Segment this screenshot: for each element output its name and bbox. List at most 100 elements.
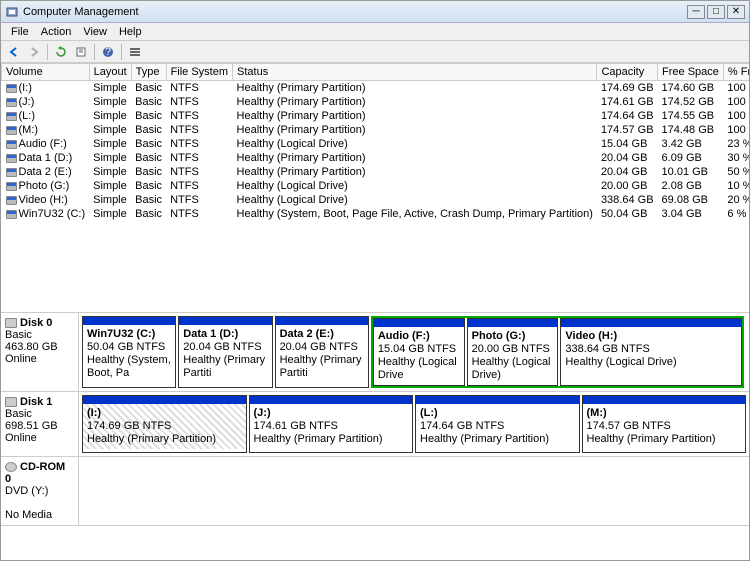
disk-icon: [5, 318, 17, 328]
part-name: (L:): [420, 407, 575, 420]
volume-row[interactable]: Data 1 (D:)SimpleBasicNTFSHealthy (Prima…: [2, 151, 750, 165]
disk-1-label[interactable]: Disk 1 Basic 698.51 GB Online: [1, 392, 79, 456]
part-size: 20.04 GB NTFS: [280, 341, 364, 354]
part-name: Photo (G:): [472, 330, 554, 343]
partition-header: [561, 319, 741, 327]
app-icon: [5, 5, 19, 19]
part-size: 20.00 GB NTFS: [472, 343, 554, 356]
partition-c[interactable]: Win7U32 (C:)50.04 GB NTFSHealthy (System…: [82, 316, 176, 388]
partition-f[interactable]: Audio (F:)15.04 GB NTFSHealthy (Logical …: [373, 318, 465, 386]
volume-icon: [6, 168, 17, 177]
volume-row[interactable]: Data 2 (E:)SimpleBasicNTFSHealthy (Prima…: [2, 165, 750, 179]
disk-row-1: Disk 1 Basic 698.51 GB Online (I:)174.69…: [1, 392, 749, 457]
back-button[interactable]: [5, 43, 23, 61]
column-header-row: Volume Layout Type File System Status Ca…: [2, 64, 750, 81]
partition-i[interactable]: (I:)174.69 GB NTFSHealthy (Primary Parti…: [82, 395, 247, 453]
disk-icon: [5, 397, 17, 407]
volume-row[interactable]: (L:)SimpleBasicNTFSHealthy (Primary Part…: [2, 109, 750, 123]
volume-row[interactable]: Audio (F:)SimpleBasicNTFSHealthy (Logica…: [2, 137, 750, 151]
volume-row[interactable]: Video (H:)SimpleBasicNTFSHealthy (Logica…: [2, 193, 750, 207]
menu-help[interactable]: Help: [113, 26, 148, 38]
cdrom-status: No Media: [5, 509, 74, 521]
disk-status: Online: [5, 432, 74, 444]
refresh-button[interactable]: [52, 43, 70, 61]
cdrom-type: DVD (Y:): [5, 485, 74, 497]
part-health: Healthy (Logical Drive): [565, 356, 737, 369]
minimize-button[interactable]: ─: [687, 5, 705, 19]
part-health: Healthy (Primary Partiti: [183, 354, 267, 380]
volume-icon: [6, 196, 17, 205]
disk-row-0: Disk 0 Basic 463.80 GB Online Win7U32 (C…: [1, 313, 749, 392]
part-name: Audio (F:): [378, 330, 460, 343]
part-health: Healthy (Primary Partition): [87, 433, 242, 446]
part-health: Healthy (Primary Partition): [587, 433, 742, 446]
disk-graphic-pane: Disk 0 Basic 463.80 GB Online Win7U32 (C…: [1, 313, 749, 560]
volume-icon: [6, 182, 17, 191]
menu-view[interactable]: View: [77, 26, 113, 38]
menu-action[interactable]: Action: [35, 26, 78, 38]
disk-0-label[interactable]: Disk 0 Basic 463.80 GB Online: [1, 313, 79, 391]
partition-h[interactable]: Video (H:)338.64 GB NTFSHealthy (Logical…: [560, 318, 742, 386]
partition-header: [179, 317, 271, 325]
cdrom-icon: [5, 462, 17, 472]
volume-icon: [6, 112, 17, 121]
disk-status: Online: [5, 353, 74, 365]
extended-partition-group: Audio (F:)15.04 GB NTFSHealthy (Logical …: [371, 316, 744, 388]
part-size: 174.61 GB NTFS: [254, 420, 409, 433]
partition-header: [374, 319, 464, 327]
disk-type: Basic: [5, 329, 74, 341]
partition-header: [583, 396, 746, 404]
properties-button[interactable]: [72, 43, 90, 61]
part-health: Healthy (Logical Drive: [378, 356, 460, 382]
part-size: 338.64 GB NTFS: [565, 343, 737, 356]
volume-icon: [6, 140, 17, 149]
col-status[interactable]: Status: [233, 64, 597, 81]
cdrom-label[interactable]: CD-ROM 0 DVD (Y:) No Media: [1, 457, 79, 525]
part-size: 50.04 GB NTFS: [87, 341, 171, 354]
part-name: Data 1 (D:): [183, 328, 267, 341]
window-title: Computer Management: [23, 6, 685, 18]
part-size: 174.69 GB NTFS: [87, 420, 242, 433]
volume-icon: [6, 98, 17, 107]
list-view-button[interactable]: [126, 43, 144, 61]
partition-l[interactable]: (L:)174.64 GB NTFSHealthy (Primary Parti…: [415, 395, 580, 453]
close-button[interactable]: ✕: [727, 5, 745, 19]
volume-row[interactable]: (J:)SimpleBasicNTFSHealthy (Primary Part…: [2, 95, 750, 109]
part-size: 15.04 GB NTFS: [378, 343, 460, 356]
col-layout[interactable]: Layout: [89, 64, 131, 81]
forward-button[interactable]: [25, 43, 43, 61]
disk-name: Disk 0: [20, 317, 52, 329]
volume-row[interactable]: Photo (G:)SimpleBasicNTFSHealthy (Logica…: [2, 179, 750, 193]
volume-icon: [6, 84, 17, 93]
volume-row[interactable]: (I:)SimpleBasicNTFSHealthy (Primary Part…: [2, 81, 750, 96]
col-freespace[interactable]: Free Space: [658, 64, 724, 81]
volume-row[interactable]: (M:)SimpleBasicNTFSHealthy (Primary Part…: [2, 123, 750, 137]
partition-m[interactable]: (M:)174.57 GB NTFSHealthy (Primary Parti…: [582, 395, 747, 453]
volume-icon: [6, 154, 17, 163]
partition-header: [250, 396, 413, 404]
disk-size: 698.51 GB: [5, 420, 74, 432]
partition-e[interactable]: Data 2 (E:)20.04 GB NTFSHealthy (Primary…: [275, 316, 369, 388]
toolbar-sep: [121, 44, 122, 60]
disk-0-partitions: Win7U32 (C:)50.04 GB NTFSHealthy (System…: [79, 313, 749, 391]
partition-g[interactable]: Photo (G:)20.00 GB NTFSHealthy (Logical …: [467, 318, 559, 386]
partition-d[interactable]: Data 1 (D:)20.04 GB NTFSHealthy (Primary…: [178, 316, 272, 388]
maximize-button[interactable]: □: [707, 5, 725, 19]
part-health: Healthy (Logical Drive): [472, 356, 554, 382]
disk-name: Disk 1: [20, 396, 52, 408]
col-type[interactable]: Type: [131, 64, 166, 81]
col-pctfree[interactable]: % Free: [723, 64, 749, 81]
volume-table: Volume Layout Type File System Status Ca…: [1, 63, 749, 221]
part-name: (I:): [87, 407, 242, 420]
part-health: Healthy (Primary Partition): [254, 433, 409, 446]
part-name: Win7U32 (C:): [87, 328, 171, 341]
partition-j[interactable]: (J:)174.61 GB NTFSHealthy (Primary Parti…: [249, 395, 414, 453]
col-capacity[interactable]: Capacity: [597, 64, 658, 81]
volume-row[interactable]: Win7U32 (C:)SimpleBasicNTFSHealthy (Syst…: [2, 207, 750, 221]
titlebar: Computer Management ─ □ ✕: [1, 1, 749, 23]
part-name: (M:): [587, 407, 742, 420]
col-filesystem[interactable]: File System: [166, 64, 232, 81]
col-volume[interactable]: Volume: [2, 64, 90, 81]
menu-file[interactable]: File: [5, 26, 35, 38]
help-button[interactable]: ?: [99, 43, 117, 61]
